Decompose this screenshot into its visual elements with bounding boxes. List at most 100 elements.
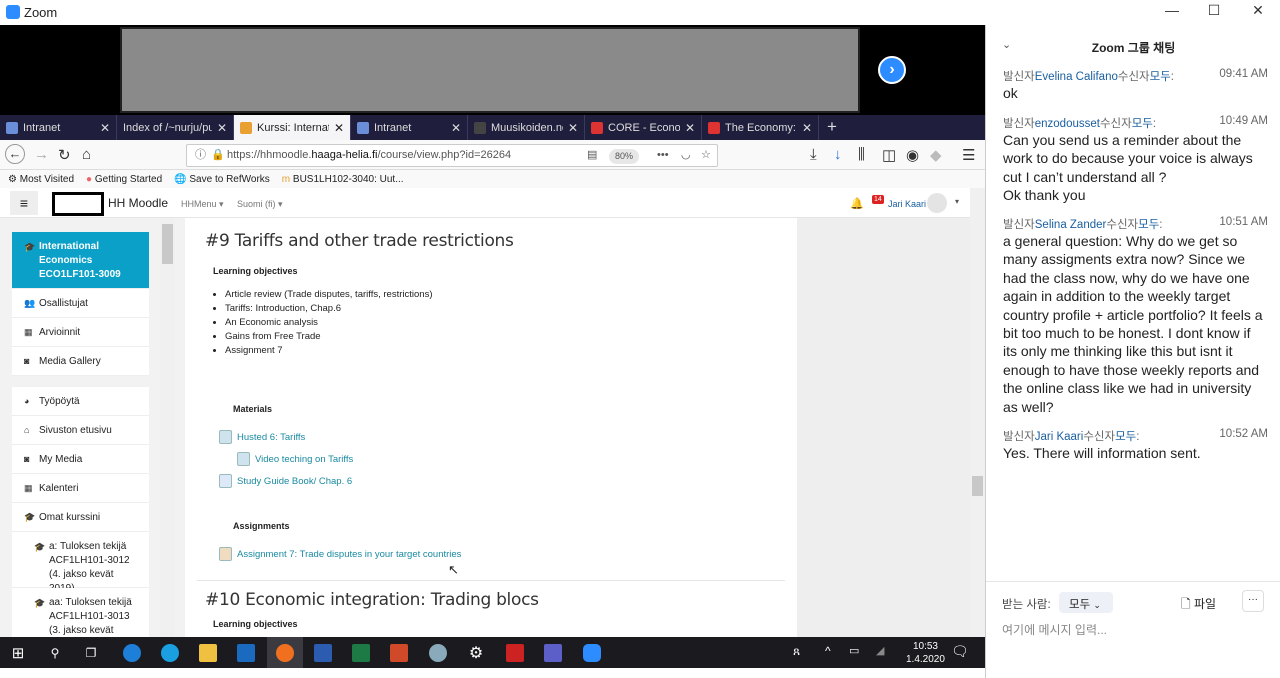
more-actions-icon[interactable]: ••• [657, 145, 669, 166]
moodle-logo[interactable] [52, 192, 104, 216]
next-page-button[interactable]: › [878, 56, 906, 84]
bookmark-star-icon[interactable]: ☆ [701, 145, 711, 166]
back-icon[interactable]: ← [5, 144, 25, 164]
browser-tab[interactable]: Muusikoiden.net ✕ [468, 115, 585, 140]
teams-icon[interactable] [535, 637, 571, 668]
menu-icon[interactable]: ☰ [962, 146, 975, 164]
message-count-badge[interactable]: 14 [872, 195, 884, 204]
nav-dashboard[interactable]: ◕ Työpöytä [12, 387, 149, 416]
library-icon[interactable]: ⫼ [858, 146, 865, 163]
more-options-button[interactable]: ··· [1242, 590, 1264, 612]
drawer-scrollbar[interactable] [160, 218, 175, 637]
outlook-icon[interactable] [228, 637, 264, 668]
downloads-icon[interactable]: ↓ [834, 146, 842, 163]
nav-media-gallery[interactable]: ◙ Media Gallery [12, 347, 149, 376]
settings-icon[interactable]: ⚙ [458, 637, 494, 668]
sender-name[interactable]: Jari Kaari [1035, 431, 1084, 443]
assignment-link[interactable]: Assignment 7: Trade disputes in your tar… [219, 547, 461, 561]
save-icon[interactable]: ⤓ [810, 146, 817, 163]
browser-tab-bar: Intranet ✕ Index of /~nurju/pub ✕ Kurssi: … [0, 115, 985, 140]
people-icon[interactable]: ጸ [793, 644, 800, 659]
close-tab-icon[interactable]: ✕ [217, 121, 227, 135]
nav-grades[interactable]: ▦ Arvioinnit [12, 318, 149, 347]
close-tab-icon[interactable]: ✕ [451, 121, 461, 135]
nav-course-item[interactable]: 🎓 aa: Tuloksen tekijä ACF1LH101-3013 (3. … [12, 588, 149, 637]
close-tab-icon[interactable]: ✕ [568, 121, 578, 135]
browser-tab[interactable]: Intranet ✕ [0, 115, 117, 140]
nav-course-item[interactable]: 🎓 a: Tuloksen tekijä ACF1LH101-3012 (4. j… [12, 532, 149, 594]
hhmenu-dropdown[interactable]: HHMenu ▾ [181, 199, 224, 210]
clock[interactable]: 10:53 1.4.2020 [906, 640, 945, 666]
browser-tab[interactable]: Intranet ✕ [351, 115, 468, 140]
user-name[interactable]: Jari Kaari [888, 199, 926, 209]
material-link[interactable]: Study Guide Book/ Chap. 6 [219, 474, 352, 488]
browser-tab[interactable]: CORE - Economi ✕ [585, 115, 702, 140]
language-dropdown[interactable]: Suomi (fi) ▾ [237, 199, 283, 210]
home-icon[interactable]: ⌂ [82, 146, 91, 163]
action-center-icon[interactable]: 🗨 [951, 643, 969, 660]
bookmark-refworks[interactable]: 🌐 Save to RefWorks [174, 174, 270, 185]
minimize-button[interactable]: — [1152, 2, 1192, 22]
wifi-icon[interactable]: ◢ [876, 644, 884, 657]
pocket-icon[interactable]: ◡ [681, 145, 691, 166]
file-explorer-icon[interactable] [190, 637, 226, 668]
skype-icon[interactable] [152, 637, 188, 668]
reload-icon[interactable]: ↻ [58, 146, 71, 164]
chat-title: Zoom 그룹 채팅 [1091, 41, 1176, 55]
close-tab-icon[interactable]: ✕ [802, 121, 812, 135]
extension-icon[interactable]: ◆ [930, 146, 942, 164]
nav-participants[interactable]: 👥 Osallistujat [12, 289, 149, 318]
forward-icon[interactable]: → [34, 146, 49, 163]
close-tab-icon[interactable]: ✕ [334, 121, 344, 135]
new-tab-button[interactable]: + [819, 115, 845, 140]
message-input[interactable]: 여기에 메시지 입력... [1002, 621, 1267, 638]
edge-icon[interactable] [114, 637, 150, 668]
powerpoint-icon[interactable] [381, 637, 417, 668]
bookmark-most-visited[interactable]: ⚙ Most Visited [8, 174, 74, 185]
nav-site-home[interactable]: ⌂ Sivuston etusivu [12, 416, 149, 445]
file-button[interactable]: 🗋 파일 [1181, 595, 1216, 616]
close-button[interactable]: ✕ [1238, 2, 1278, 22]
word-icon[interactable] [305, 637, 341, 668]
info-icon[interactable]: ⓘ [195, 145, 206, 166]
browser-tab[interactable]: Index of /~nurju/pub ✕ [117, 115, 234, 140]
nav-my-media[interactable]: ◙ My Media [12, 445, 149, 474]
zoom-app-icon[interactable] [574, 637, 610, 668]
maximize-button[interactable]: ☐ [1194, 2, 1234, 22]
sender-name[interactable]: enzodousset [1035, 118, 1100, 130]
start-button[interactable]: ⊞ [0, 637, 36, 668]
show-hidden-icons[interactable]: ^ [825, 644, 831, 658]
reader-view-icon[interactable]: ▤ [587, 145, 597, 166]
recipient-dropdown[interactable]: 모두 ⌄ [1059, 592, 1113, 613]
user-menu-chevron-icon[interactable]: ▾ [955, 197, 959, 206]
close-tab-icon[interactable]: ✕ [685, 121, 695, 135]
url-bar[interactable]: https://hhmoodle.haaga-helia.fi/course/v… [186, 144, 718, 167]
page-scrollbar[interactable] [970, 188, 985, 637]
acrobat-icon[interactable] [497, 637, 533, 668]
search-icon[interactable]: ⚲ [37, 637, 73, 668]
sender-name[interactable]: Selina Zander [1035, 219, 1107, 231]
drawer-toggle-icon[interactable]: ≡ [10, 191, 38, 215]
browser-tab[interactable]: The Economy: Co ✕ [702, 115, 819, 140]
nav-my-courses[interactable]: 🎓 Omat kurssini [12, 503, 149, 532]
avatar[interactable] [927, 193, 947, 213]
app-icon[interactable] [420, 637, 456, 668]
battery-icon[interactable]: ▭ [849, 644, 859, 657]
account-icon[interactable]: ◉ [906, 146, 919, 164]
material-link[interactable]: Video teching on Tariffs [237, 452, 353, 466]
browser-tab-active[interactable]: Kurssi: Internatio ✕ [234, 115, 351, 140]
material-link[interactable]: Husted 6: Tariffs [219, 430, 305, 444]
site-name[interactable]: HH Moodle [108, 196, 168, 210]
sender-name[interactable]: Evelina Califano [1035, 71, 1118, 83]
nav-course-home[interactable]: 🎓 International Economics ECO1LF101-3009 [12, 232, 149, 289]
notification-bell-icon[interactable]: 🔔 [850, 197, 864, 210]
zoom-level[interactable]: 80% [609, 149, 640, 164]
bookmark-getting-started[interactable]: ● Getting Started [86, 174, 162, 185]
nav-calendar[interactable]: ▦ Kalenteri [12, 474, 149, 503]
task-view-icon[interactable]: ❐ [73, 637, 109, 668]
sidebar-icon[interactable]: ◫ [882, 146, 896, 164]
firefox-icon[interactable] [267, 637, 303, 668]
bookmark-bus1lh102[interactable]: m BUS1LH102-3040: Uut... [282, 174, 404, 185]
excel-icon[interactable] [343, 637, 379, 668]
close-tab-icon[interactable]: ✕ [100, 121, 110, 135]
